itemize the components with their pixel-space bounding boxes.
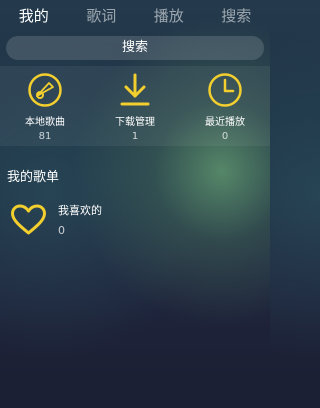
local-songs-count: 81 <box>38 131 52 142</box>
disc-icon <box>28 73 62 107</box>
tab-mine[interactable]: 我的 <box>0 0 68 32</box>
local-songs-item[interactable]: 本地歌曲 81 <box>0 66 90 146</box>
clock-icon <box>208 73 242 107</box>
recent-plays-item[interactable]: 最近播放 0 <box>180 66 270 146</box>
recent-plays-count: 0 <box>221 131 229 142</box>
heart-icon <box>11 204 46 235</box>
quick-access-panel: 本地歌曲 81 下载管理 1 最近播放 0 <box>0 66 270 146</box>
playlist-count: 0 <box>58 224 65 237</box>
playlist-name: 我喜欢的 <box>58 204 102 217</box>
download-icon <box>120 73 150 106</box>
local-songs-label: 本地歌曲 <box>25 117 65 128</box>
tab-search[interactable]: 搜索 <box>203 0 271 32</box>
tab-lyrics[interactable]: 歌词 <box>68 0 136 32</box>
recent-plays-label: 最近播放 <box>205 117 245 128</box>
download-manager-label: 下载管理 <box>115 117 155 128</box>
my-playlists-title: 我的歌单 <box>7 170 60 185</box>
search-button[interactable]: 搜索 <box>6 36 264 60</box>
playlist-item-favorites[interactable]: 我喜欢的 0 <box>0 194 270 246</box>
top-tab-bar: 我的 歌词 播放 搜索 <box>0 0 270 32</box>
download-manager-count: 1 <box>131 131 139 142</box>
download-manager-item[interactable]: 下载管理 1 <box>90 66 180 146</box>
tab-playing[interactable]: 播放 <box>135 0 203 32</box>
